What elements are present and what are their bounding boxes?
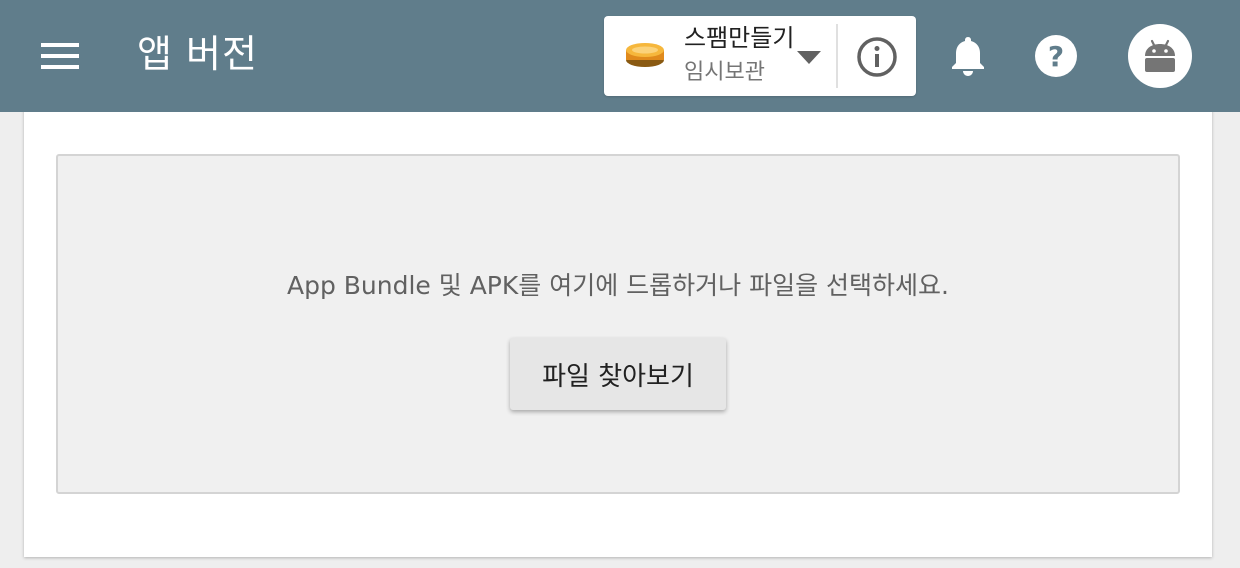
app-name: 스팸만들기 bbox=[684, 24, 795, 52]
hamburger-menu-button[interactable] bbox=[30, 30, 90, 82]
file-drop-zone[interactable]: App Bundle 및 APK를 여기에 드롭하거나 파일을 선택하세요. 파… bbox=[56, 154, 1180, 494]
caret-down-icon bbox=[797, 51, 821, 64]
android-robot-icon bbox=[1145, 39, 1175, 72]
app-dropdown-button[interactable] bbox=[792, 44, 826, 72]
svg-text:?: ? bbox=[1048, 40, 1064, 73]
help-button[interactable]: ? bbox=[1032, 32, 1080, 80]
page-title: 앱 버전 bbox=[137, 32, 258, 76]
app-status: 임시보관 bbox=[684, 60, 765, 85]
drop-instruction: App Bundle 및 APK를 여기에 드롭하거나 파일을 선택하세요. bbox=[286, 271, 950, 300]
spam-can-icon bbox=[626, 43, 664, 67]
app-bundles-card: App Bundle 및 APK를 여기에 드롭하거나 파일을 선택하세요. 파… bbox=[24, 96, 1212, 557]
help-circle-icon: ? bbox=[1035, 35, 1077, 77]
notifications-button[interactable] bbox=[944, 32, 992, 80]
app-selector[interactable]: 스팸만들기 임시보관 bbox=[604, 16, 916, 96]
app-selector-divider bbox=[836, 24, 838, 88]
info-circle-icon bbox=[857, 37, 897, 77]
account-avatar-button[interactable] bbox=[1128, 24, 1192, 88]
app-info-button[interactable] bbox=[854, 34, 900, 80]
bell-icon bbox=[952, 37, 984, 76]
hamburger-menu-icon bbox=[41, 43, 79, 69]
browse-files-button[interactable]: 파일 찾아보기 bbox=[510, 338, 726, 410]
top-app-bar: 앱 버전 스팸만들기 임시보관 ? bbox=[0, 0, 1240, 112]
